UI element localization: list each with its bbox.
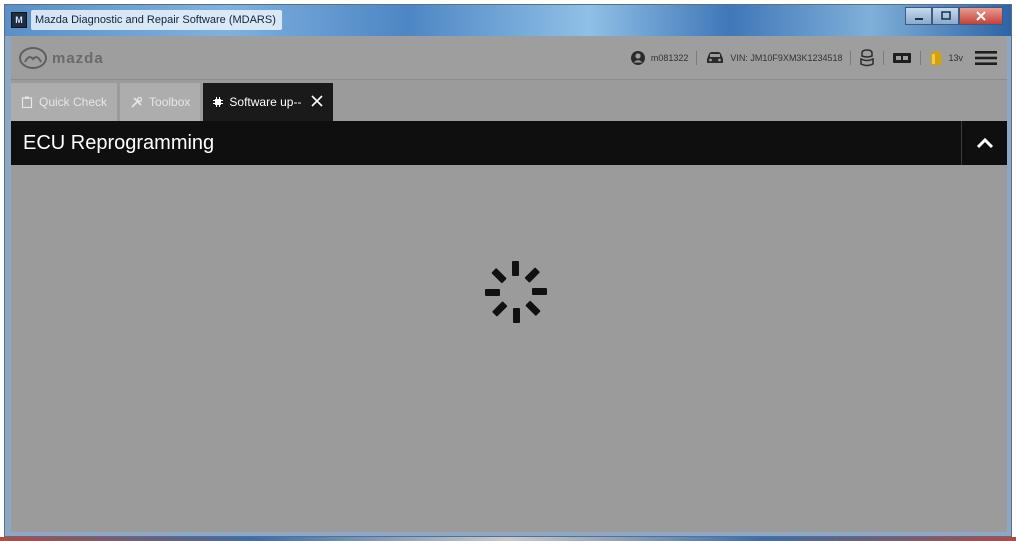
vin-number: VIN: JM10F9XM3K1234518 [730,53,843,63]
close-icon [311,94,324,107]
divider [850,51,852,65]
clipboard-icon [21,96,33,108]
close-window-button[interactable] [959,7,1003,25]
user-info[interactable]: m081322 [630,47,689,69]
app-icon: M [11,12,27,28]
main-menu-button[interactable] [975,47,997,69]
connection-status[interactable] [859,47,875,69]
tab-quick-check[interactable]: Quick Check [11,83,118,121]
mazda-logo: mazda [19,45,104,71]
minimize-button[interactable] [905,7,932,25]
divider [696,51,698,65]
tab-label: Software up-- [229,95,302,109]
section-header: ECU Reprogramming [11,121,1007,165]
mazda-logo-mark-icon [19,47,47,69]
app-window: M Mazda Diagnostic and Repair Software (… [4,4,1012,537]
divider [920,51,922,65]
vci-connection-icon [859,49,875,67]
chip-icon [213,97,224,107]
app-client-area: mazda m081322 VIN: JM10F9XM3K1234518 13v… [11,36,1007,532]
minimize-icon [914,18,923,20]
battery-icon [929,50,943,66]
collapse-button[interactable] [961,121,1007,165]
maximize-icon [940,11,951,20]
app-header: mazda m081322 VIN: JM10F9XM3K1234518 13v [11,36,1007,80]
window-titlebar[interactable]: M Mazda Diagnostic and Repair Software (… [5,5,1011,36]
taskbar-strip [0,537,1016,541]
tools-icon [130,96,143,109]
tab-bar: Quick Check Toolbox Software up-- [11,81,336,121]
tab-label: Toolbox [149,95,191,109]
user-icon [630,50,646,66]
hamburger-menu-icon [975,50,997,66]
content-area [11,165,1007,532]
car-icon [705,51,725,65]
battery-voltage: 13v [948,53,963,63]
vci-device-icon [892,51,912,65]
close-icon [976,11,986,21]
tab-toolbox[interactable]: Toolbox [120,83,201,121]
close-tab-button[interactable] [311,94,324,111]
section-title: ECU Reprogramming [23,132,215,154]
tab-software-update[interactable]: Software up-- [203,83,334,121]
maximize-button[interactable] [932,7,959,25]
vehicle-info[interactable]: VIN: JM10F9XM3K1234518 [705,47,842,69]
status-bar: m081322 VIN: JM10F9XM3K1234518 13v [630,47,997,69]
window-controls [905,7,1003,25]
battery-status[interactable]: 13v [929,47,963,69]
device-status[interactable] [892,47,912,69]
window-title: Mazda Diagnostic and Repair Software (MD… [31,10,282,30]
divider [883,51,885,65]
loading-spinner-icon [485,261,547,323]
user-id: m081322 [650,53,689,63]
tab-label: Quick Check [39,95,108,109]
logo-text: mazda [52,49,104,67]
chevron-up-icon [976,137,993,149]
